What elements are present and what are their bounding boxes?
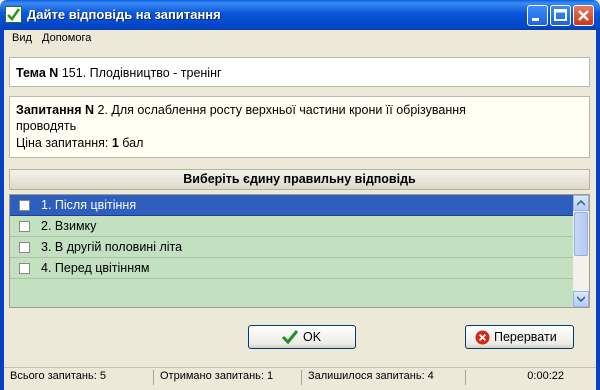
menu-help[interactable]: Допомога [42,32,91,44]
scroll-down-button[interactable] [573,291,589,307]
price-label: Ціна запитання: [16,136,109,150]
status-total: Всього запитань: 5 [4,370,154,385]
answer-checkbox[interactable] [19,200,30,211]
answer-label: 4. Перед цвітінням [41,261,150,275]
question-text-line2: проводять [16,119,77,133]
question-label: Запитання N [16,103,94,117]
menu-bar: Вид Допомога [4,30,596,48]
price-unit: бал [122,136,144,150]
answer-row[interactable]: 4. Перед цвітінням [10,258,573,279]
status-received: Отримано запитань: 1 [154,370,302,385]
answers-scrollbar[interactable] [573,195,589,307]
menu-view[interactable]: Вид [12,32,32,44]
scroll-thumb[interactable] [574,212,588,256]
answer-row[interactable]: 1. Після цвітіння [10,195,573,216]
maximize-button[interactable] [550,5,571,26]
answer-label: 2. Взимку [41,219,97,233]
title-bar[interactable]: Дайте відповідь на запитання [0,0,600,30]
answer-row[interactable]: 2. Взимку [10,216,573,237]
app-window: Дайте відповідь на запитання Вид Допомог… [0,0,600,390]
check-icon [5,6,22,23]
green-check-icon [281,330,299,347]
status-bar: Всього запитань: 5 Отримано запитань: 1 … [4,367,596,387]
abort-label: Перервати [494,330,557,344]
question-text-line1: 2. Для ослаблення росту верхньої частини… [97,103,466,117]
topic-label: Тема N [16,66,59,80]
answers-header: Виберіть єдину правильну відповідь [9,169,590,190]
answer-label: 1. Після цвітіння [41,198,137,212]
answer-checkbox[interactable] [19,242,30,253]
answer-label: 3. В другій половині літа [41,240,183,254]
abort-button[interactable]: Перервати [465,325,574,349]
status-timer: 0:00:22 [527,370,564,382]
price-value: 1 [111,136,119,150]
window-border-left [0,30,4,390]
ok-button[interactable]: OK [248,325,356,349]
window-border-right [596,30,600,390]
close-button[interactable] [573,5,594,26]
red-x-icon [475,330,490,348]
answer-checkbox[interactable] [19,221,30,232]
ok-label: OK [303,330,322,344]
answer-checkbox[interactable] [19,263,30,274]
answers-list: 1. Після цвітіння 2. Взимку 3. В другій … [9,194,590,308]
scroll-up-button[interactable] [573,195,589,211]
minimize-button[interactable] [527,5,548,26]
topic-text: 151. Плодівництво - тренінг [61,66,222,80]
window-title: Дайте відповідь на запитання [27,7,221,22]
answer-row[interactable]: 3. В другій половині літа [10,237,573,258]
question-panel: Запитання N 2. Для ослаблення росту верх… [9,96,590,158]
status-remaining: Залишилося запитань: 4 [302,370,466,385]
topic-panel: Тема N 151. Плодівництво - тренінг [9,57,590,87]
